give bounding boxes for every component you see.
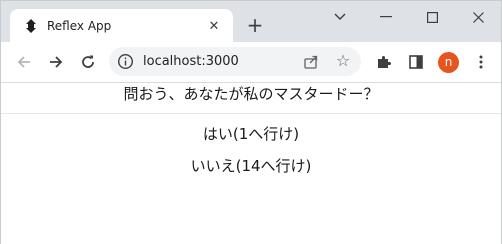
chevron-down-icon [334,13,346,20]
arrow-left-icon [17,56,30,68]
maximize-icon [426,11,438,23]
close-icon [472,11,484,23]
maximize-button[interactable] [409,7,455,27]
back-button[interactable] [12,50,36,74]
side-panel-button[interactable] [404,50,428,74]
forward-button[interactable] [44,50,68,74]
reload-icon [82,55,94,68]
close-window-button[interactable] [455,7,501,27]
url-text[interactable]: localhost:3000 [143,53,239,70]
menu-button[interactable] [469,50,493,74]
tab-active[interactable]: Reflex App ✕ [10,9,233,42]
tab-title: Reflex App [47,19,112,33]
side-panel-icon [409,55,423,69]
reflex-logo-icon [26,19,36,33]
question-heading: 問おう、あなたが私のマスタードー？ [1,83,501,114]
address-bar[interactable]: localhost:3000 ☆ [109,47,361,76]
share-icon[interactable] [303,53,320,70]
new-tab-button[interactable]: + [245,15,265,35]
choice-yes[interactable]: はい(1へ行け) [1,124,501,144]
page-content: 問おう、あなたが私のマスタードー？ はい(1へ行け) いいえ(14へ行け) [1,83,501,244]
puzzle-icon [378,55,392,68]
info-icon[interactable] [117,53,134,70]
reload-button[interactable] [76,50,100,74]
choice-no[interactable]: いいえ(14へ行け) [1,156,501,176]
profile-avatar[interactable]: n [438,52,459,73]
close-tab-icon[interactable]: ✕ [205,17,223,35]
browser-toolbar: localhost:3000 ☆ n [1,42,501,83]
extensions-button[interactable] [372,50,396,74]
minimize-button[interactable] [363,7,409,27]
arrow-right-icon [50,56,63,68]
minimize-icon [380,16,392,18]
browser-window: Reflex App ✕ + localhost:3000 ☆ n 問おう、あな… [0,0,502,244]
title-bar: Reflex App ✕ + [1,1,501,42]
tab-search-button[interactable] [317,7,363,27]
more-vertical-icon [479,55,483,69]
bookmark-star-icon[interactable]: ☆ [334,52,352,70]
